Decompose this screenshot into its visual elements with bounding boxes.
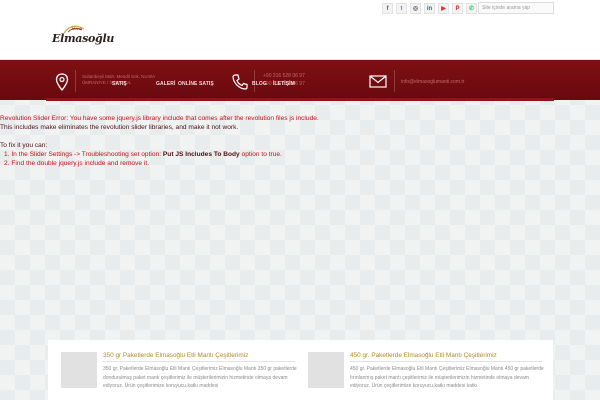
- step-1-suffix: option to true.: [239, 151, 282, 158]
- nav-item-blog[interactable]: BLOG: [252, 81, 267, 87]
- phone-icon: [232, 74, 248, 90]
- youtube-icon[interactable]: ▶: [438, 3, 449, 14]
- search-input[interactable]: Site içinde arama yap: [478, 2, 554, 14]
- separator: [75, 70, 76, 92]
- product-thumbnail[interactable]: [61, 352, 97, 388]
- error-fix-steps: 1. In the Slider Settings -> Troubleshoo…: [0, 150, 600, 168]
- instagram-icon[interactable]: ◎: [410, 3, 421, 14]
- site-logo[interactable]: Mantı Elmasoğlu: [52, 25, 114, 48]
- product-title[interactable]: 350 gr Paketlerde Elmasoğlu Etli Mantı Ç…: [103, 352, 248, 359]
- email-link[interactable]: info@elmasoglumanti.com.tr: [401, 79, 464, 85]
- divider: [103, 361, 295, 362]
- slider-error-message: Revolution Slider Error: You have some j…: [0, 114, 600, 168]
- twitter-icon[interactable]: t: [396, 3, 407, 14]
- mail-icon: [369, 75, 387, 88]
- top-header: Mantı Elmasoğlu f t ◎ in ▶ P ✆ Site için…: [0, 0, 600, 60]
- whatsapp-icon[interactable]: ✆: [466, 3, 477, 14]
- error-fix-step-2: 2. Find the double jquery.js include and…: [4, 160, 150, 167]
- product-thumbnail[interactable]: [308, 352, 344, 388]
- error-fix-title: To fix it you can:: [0, 142, 48, 149]
- product-title[interactable]: 450 gr. Paketlerde Elmasoğlu Etli Mantı …: [350, 352, 497, 359]
- separator: [394, 70, 395, 92]
- logo-mini-text: Mantı: [72, 26, 83, 31]
- linkedin-icon[interactable]: in: [424, 3, 435, 14]
- logo-text: Elmasoğlu: [52, 32, 115, 45]
- nav-item-online-satis[interactable]: ONLİNE SATIŞ: [178, 81, 214, 87]
- nav-item-iletisim[interactable]: İLETİŞİM: [273, 81, 295, 87]
- error-line-1: Revolution Slider Error: You have some j…: [0, 115, 319, 122]
- location-pin-icon: [55, 73, 69, 91]
- pinterest-icon[interactable]: P: [452, 3, 463, 14]
- error-fix-step-1: 1. In the Slider Settings -> Troubleshoo…: [0, 150, 600, 159]
- product-excerpt: 350 gr. Paketlerde Elmasoğlu Etli Mantı …: [103, 366, 297, 389]
- product-excerpt: 450 gr. Paketlerde Elmasoğlu Etli Mantı …: [350, 366, 544, 389]
- facebook-icon[interactable]: f: [382, 3, 393, 14]
- product-card[interactable]: 350 gr Paketlerde Elmasoğlu Etli Mantı Ç…: [61, 352, 301, 400]
- step-1-prefix: 1. In the Slider Settings -> Troubleshoo…: [4, 151, 163, 158]
- error-line-2: This includes make eliminates the revolu…: [0, 124, 239, 131]
- nav-item-galeri[interactable]: GALERİ: [156, 81, 176, 87]
- phone-line-1: +90 216 528 06 97: [263, 73, 305, 79]
- nav-item-satis[interactable]: SATIŞ: [112, 81, 127, 87]
- product-card[interactable]: 450 gr. Paketlerde Elmasoğlu Etli Mantı …: [308, 352, 548, 400]
- divider: [350, 361, 542, 362]
- social-links: f t ◎ in ▶ P ✆: [382, 3, 477, 14]
- step-1-option: Put JS Includes To Body: [162, 151, 240, 158]
